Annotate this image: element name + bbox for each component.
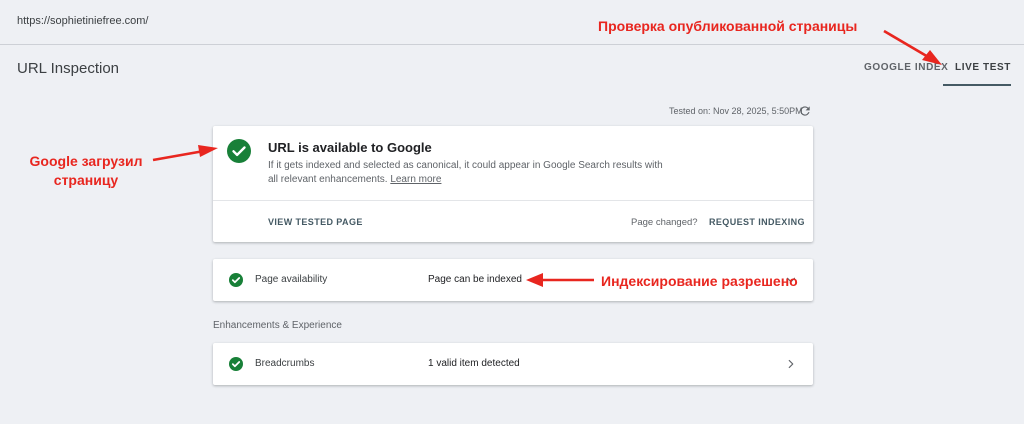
request-indexing-button[interactable]: REQUEST INDEXING <box>709 217 805 227</box>
enhancements-section-label: Enhancements & Experience <box>213 320 342 331</box>
url-text: https://sophietiniefree.com/ <box>17 15 149 27</box>
active-tab-indicator <box>943 84 1011 86</box>
page-title: URL Inspection <box>17 60 119 77</box>
annotation-live-test: Проверка опубликованной страницы <box>598 18 858 34</box>
status-description: If it gets indexed and selected as canon… <box>268 159 668 187</box>
tab-google-index[interactable]: GOOGLE INDEX <box>864 62 948 73</box>
page-availability-label: Page availability <box>255 274 328 285</box>
status-description-text: If it gets indexed and selected as canon… <box>268 160 663 185</box>
check-circle-icon <box>229 273 243 287</box>
tested-on-timestamp: Tested on: Nov 28, 2025, 5:50PM <box>669 106 803 116</box>
check-circle-icon <box>227 139 251 163</box>
card-divider <box>213 200 813 201</box>
refresh-icon[interactable] <box>798 104 812 118</box>
arrow-to-status-check <box>152 145 218 162</box>
breadcrumbs-row[interactable]: Breadcrumbs 1 valid item detected <box>213 343 813 385</box>
chevron-right-icon[interactable] <box>784 357 798 371</box>
url-status-card: URL is available to Google If it gets in… <box>213 126 813 242</box>
annotation-page-loaded: Google загрузил страницу <box>26 152 146 190</box>
page-availability-value: Page can be indexed <box>428 274 522 285</box>
tab-live-test[interactable]: LIVE TEST <box>955 62 1011 73</box>
url-bar: https://sophietiniefree.com/ <box>0 0 1024 45</box>
breadcrumbs-label: Breadcrumbs <box>255 358 315 369</box>
annotation-indexing-allowed: Индексирование разрешено <box>601 273 798 289</box>
breadcrumbs-value: 1 valid item detected <box>428 358 520 369</box>
status-title: URL is available to Google <box>268 140 432 155</box>
view-tested-page-button[interactable]: VIEW TESTED PAGE <box>268 217 363 227</box>
page-changed-label: Page changed? <box>631 217 698 228</box>
header: URL Inspection GOOGLE INDEX LIVE TEST <box>0 46 1024 88</box>
check-circle-icon <box>229 357 243 371</box>
learn-more-link[interactable]: Learn more <box>390 174 441 185</box>
annotation-page-loaded-line2: страницу <box>53 172 119 188</box>
annotation-page-loaded-line1: Google загрузил <box>29 153 143 169</box>
